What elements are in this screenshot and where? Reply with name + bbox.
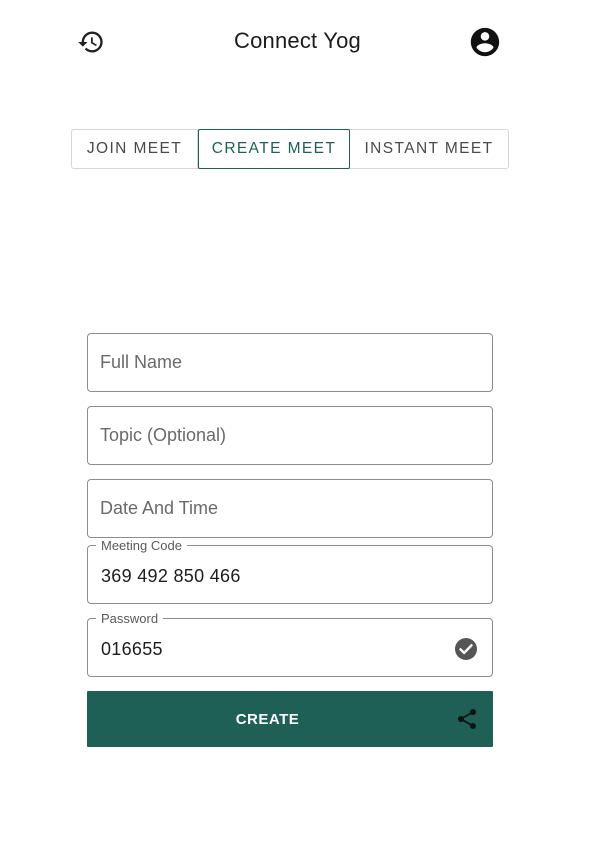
tab-create-meet[interactable]: CREATE MEET [198,129,350,169]
password-label: Password [96,611,164,626]
share-icon[interactable] [455,707,479,731]
meeting-code-value: 369 492 850 466 [101,566,241,586]
date-time-field[interactable] [87,479,493,538]
full-name-input[interactable] [100,334,480,391]
create-button[interactable]: CREATE [87,691,493,747]
password-field[interactable]: Password 016655 [87,611,493,677]
account-button[interactable] [467,24,503,60]
meet-mode-tabs: JOIN MEET CREATE MEET INSTANT MEET [71,129,509,169]
date-time-input[interactable] [100,480,480,537]
create-button-label: CREATE [235,710,300,728]
meeting-code-field[interactable]: Meeting Code 369 492 850 466 [87,538,493,604]
password-value: 016655 [101,639,163,659]
tab-join-meet[interactable]: JOIN MEET [72,130,198,168]
topic-input[interactable] [100,407,480,464]
app-title: Connect Yog [234,28,361,53]
full-name-field[interactable] [87,333,493,392]
check-circle-icon [455,638,477,660]
topic-field[interactable] [87,406,493,465]
tab-instant-meet[interactable]: INSTANT MEET [350,130,508,168]
account-circle-icon [470,27,500,57]
meeting-code-label: Meeting Code [96,538,187,553]
app-header: Connect Yog [0,0,595,86]
